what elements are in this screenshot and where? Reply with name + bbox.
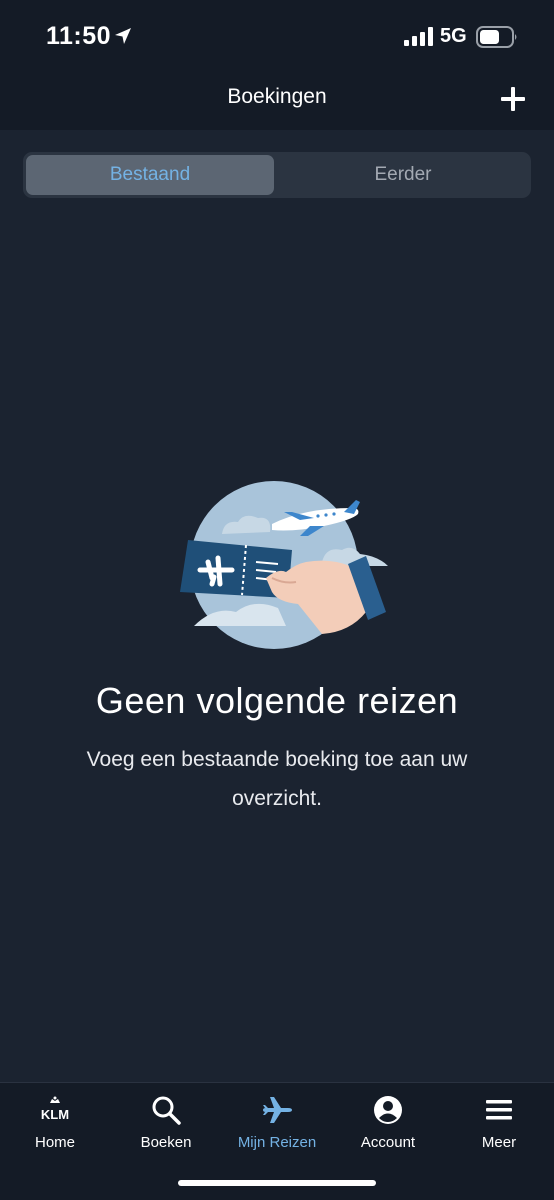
segment-past-bookings[interactable]: Eerder <box>279 155 527 195</box>
tab-boeken[interactable]: Boeken <box>111 1093 221 1157</box>
home-indicator <box>178 1180 376 1186</box>
tab-account[interactable]: Account <box>333 1093 443 1157</box>
status-time: 11:50 <box>46 22 112 50</box>
search-icon <box>152 1096 181 1125</box>
tab-label: Meer <box>481 1134 517 1151</box>
battery-icon <box>476 26 517 48</box>
bookings-segmented-control: Bestaand Eerder <box>23 152 531 198</box>
svg-text:KLM: KLM <box>41 1107 69 1122</box>
location-arrow-icon <box>115 28 131 44</box>
tab-label: Account <box>360 1134 416 1151</box>
segment-label: Eerder <box>374 164 432 185</box>
tab-home[interactable]: KLM Home <box>0 1093 110 1157</box>
airplane-icon <box>263 1097 292 1123</box>
top-bar: 11:50 5G Boekingen <box>0 0 554 130</box>
plus-icon <box>501 87 525 111</box>
tab-label: Boeken <box>140 1134 192 1151</box>
menu-icon <box>486 1100 512 1120</box>
tab-label: Home <box>34 1134 75 1151</box>
status-bar: 11:50 5G <box>0 0 554 72</box>
tab-mijn-reizen[interactable]: Mijn Reizen <box>222 1093 332 1157</box>
network-type: 5G <box>440 25 467 47</box>
tab-meer[interactable]: Meer <box>444 1093 554 1157</box>
tab-label: Mijn Reizen <box>237 1134 317 1151</box>
segment-current-bookings[interactable]: Bestaand <box>26 155 274 195</box>
klm-logo-icon: KLM <box>41 1096 69 1122</box>
bookings-screen: 11:50 5G Boekingen Bestaand Eerder Geen … <box>0 0 554 1200</box>
empty-state-message: Voeg een bestaande boeking toe aan uw ov… <box>86 748 468 810</box>
page-title: Boekingen <box>227 85 327 108</box>
hand-holding-ticket-illustration <box>180 481 388 649</box>
add-booking-button[interactable] <box>496 82 530 116</box>
segment-label: Bestaand <box>109 164 191 185</box>
empty-state-title: Geen volgende reizen <box>95 680 459 721</box>
cellular-signal-icon <box>404 27 433 46</box>
account-icon <box>374 1096 402 1124</box>
